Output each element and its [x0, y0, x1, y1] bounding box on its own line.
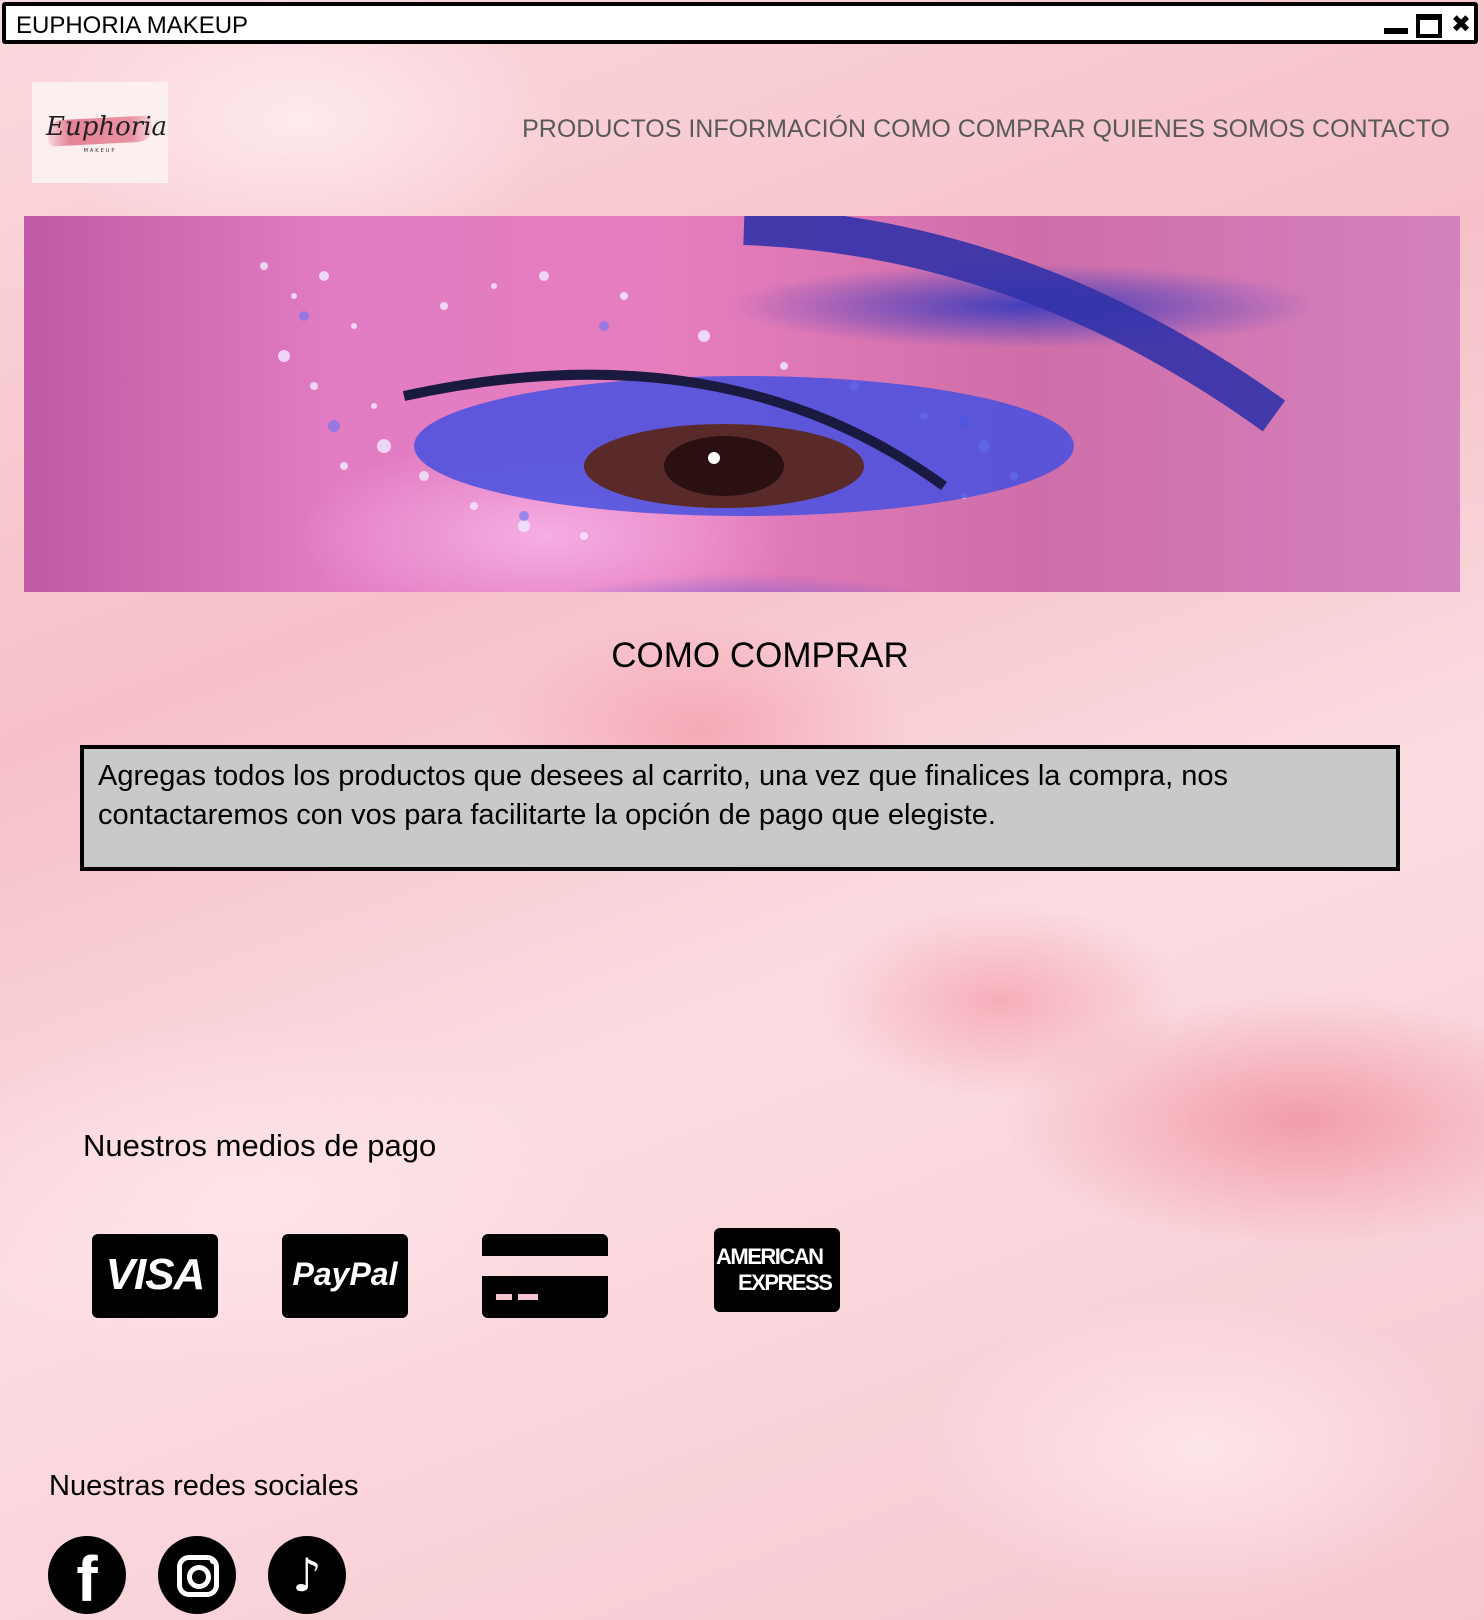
paypal-label: PayPal	[292, 1256, 398, 1292]
main-nav: PRODUCTOS INFORMACIÓN COMO COMPRAR QUIEN…	[500, 115, 1450, 144]
social-heading: Nuestras redes sociales	[49, 1470, 359, 1502]
american-express-icon: AMERICAN EXPRESS	[714, 1228, 840, 1312]
visa-icon: VISA	[92, 1234, 218, 1318]
page-title: COMO COMPRAR	[611, 636, 909, 675]
logo-sub-text: MAKEUP	[83, 148, 117, 154]
browser-window: EUPHORIA MAKEUP ✖ Euphoria MAKEUP PRODUC…	[0, 0, 1484, 1620]
payments-heading: Nuestros medios de pago	[83, 1128, 437, 1163]
facebook-glyph: f	[76, 1543, 98, 1615]
tiktok-icon[interactable]: ♪	[268, 1536, 346, 1614]
nav-item-informacion[interactable]: INFORMACIÓN	[688, 115, 866, 143]
info-text: Agregas todos los productos que desees a…	[98, 760, 1229, 831]
nav-item-contacto[interactable]: CONTACTO	[1312, 115, 1450, 143]
paypal-icon: PayPal	[282, 1234, 408, 1318]
hero-eye-illustration	[260, 216, 1286, 540]
amex-line2: EXPRESS	[738, 1270, 833, 1295]
nav-item-productos[interactable]: PRODUCTOS	[522, 115, 681, 143]
facebook-icon[interactable]: f	[48, 1536, 126, 1615]
credit-card-icon	[482, 1234, 608, 1318]
info-box: Agregas todos los productos que desees a…	[80, 745, 1400, 871]
maximize-icon[interactable]	[1416, 12, 1442, 38]
brand-logo[interactable]: Euphoria MAKEUP	[32, 82, 168, 183]
window-title: EUPHORIA MAKEUP	[16, 12, 249, 39]
logo-script-text: Euphoria	[46, 112, 168, 142]
instagram-icon[interactable]	[158, 1536, 236, 1614]
amex-line1: AMERICAN	[716, 1244, 824, 1269]
title-bar: EUPHORIA MAKEUP ✖	[2, 2, 1478, 44]
close-icon[interactable]: ✖	[1450, 12, 1472, 36]
hero-banner-image	[24, 216, 1460, 592]
nav-item-quienes-somos[interactable]: QUIENES SOMOS	[1093, 115, 1306, 143]
visa-label: VISA	[105, 1250, 206, 1299]
minimize-icon[interactable]	[1384, 12, 1408, 36]
tiktok-glyph: ♪	[292, 1548, 322, 1602]
nav-item-como-comprar[interactable]: COMO COMPRAR	[873, 115, 1086, 143]
